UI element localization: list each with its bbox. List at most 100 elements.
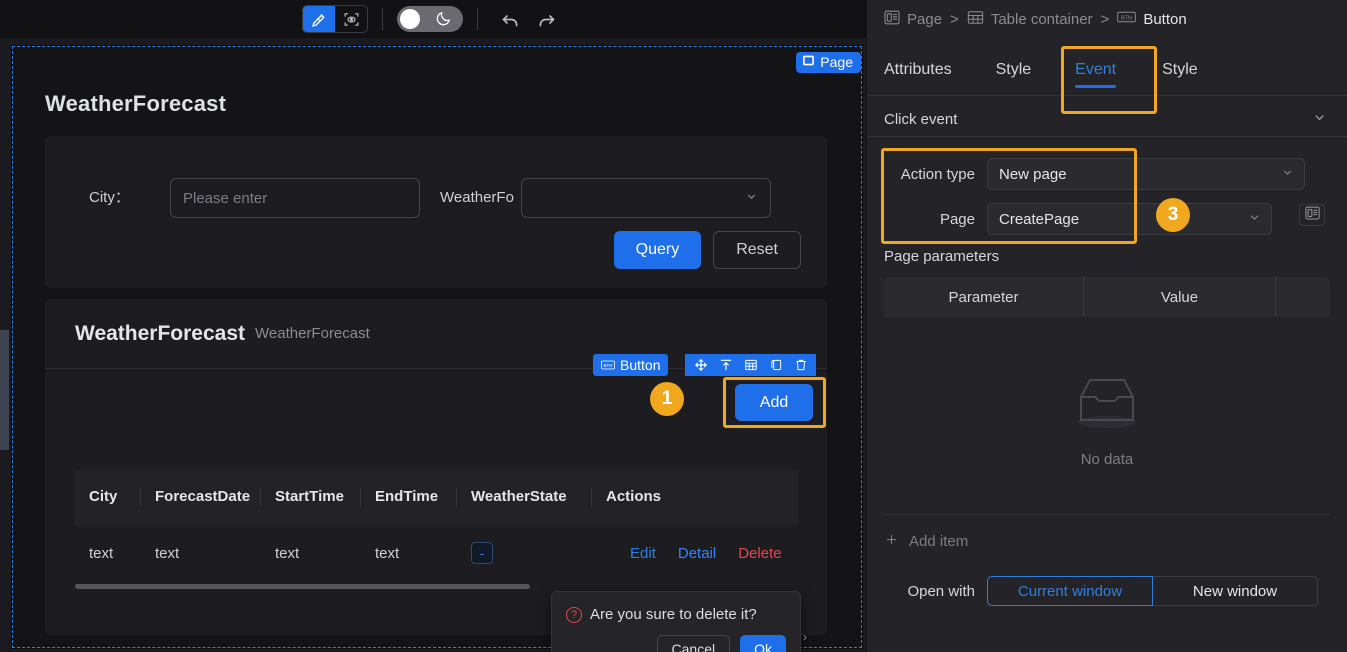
- data-table: City ForecastDate StartTime EndTime Weat…: [75, 469, 798, 581]
- svg-text:BTN: BTN: [604, 363, 613, 368]
- breadcrumb-label-table-container: Table container: [990, 10, 1093, 28]
- app-root: Page WeatherForecast City： WeatherFo: [0, 0, 1347, 652]
- toolbar-divider-2: [477, 8, 478, 30]
- select-parent-icon[interactable]: [713, 354, 738, 376]
- tab-style[interactable]: Style: [1162, 44, 1198, 96]
- page-icon: [802, 54, 815, 70]
- design-mode-icon[interactable]: [303, 6, 335, 32]
- open-with-row: Open with Current window New window: [867, 576, 1347, 606]
- column-header-city[interactable]: City: [75, 488, 141, 506]
- data-table-header-row: City ForecastDate StartTime EndTime Weat…: [75, 469, 798, 525]
- click-event-section-header[interactable]: Click event: [867, 103, 1347, 137]
- pp-column-parameter: Parameter: [884, 277, 1084, 317]
- canvas-vertical-scrollbar[interactable]: [0, 140, 9, 652]
- selection-toolbar: [685, 354, 816, 376]
- table-icon: [967, 10, 984, 29]
- delete-confirm-actions: Cancel Ok: [566, 635, 786, 652]
- weather-state-select[interactable]: [521, 178, 771, 218]
- chevron-down-icon: [1248, 211, 1261, 227]
- page-selection-badge[interactable]: Page: [796, 52, 861, 73]
- page-parameters-table-header: Parameter Value: [884, 277, 1330, 317]
- cancel-button[interactable]: Cancel: [656, 635, 731, 652]
- redo-icon[interactable]: [528, 4, 564, 34]
- move-icon[interactable]: [688, 354, 713, 376]
- breadcrumb-item-page[interactable]: Page: [884, 10, 942, 29]
- panel-divider: [884, 514, 1330, 515]
- reset-button[interactable]: Reset: [713, 231, 801, 269]
- page-field-row: Page CreatePage: [867, 199, 1347, 239]
- delete-icon[interactable]: [788, 354, 813, 376]
- add-button[interactable]: Add: [735, 384, 813, 421]
- table-horizontal-scrollbar[interactable]: [75, 584, 798, 589]
- breadcrumb-item-table-container[interactable]: Table container: [967, 10, 1093, 29]
- query-button[interactable]: Query: [613, 231, 702, 269]
- pp-column-value: Value: [1084, 277, 1276, 317]
- action-type-row: Action type New page: [867, 154, 1347, 194]
- column-header-actions[interactable]: Actions: [592, 488, 688, 506]
- open-with-current-window[interactable]: Current window: [987, 576, 1153, 606]
- table-container-card: WeatherForecast WeatherForecast BTN Butt…: [45, 299, 827, 652]
- page-field-label: Page: [939, 210, 975, 228]
- page-select[interactable]: CreatePage: [987, 203, 1272, 235]
- column-header-weatherstate[interactable]: WeatherState: [457, 488, 592, 506]
- weather-state-tag: -: [471, 542, 493, 564]
- search-actions: Query Reset: [613, 231, 801, 269]
- chevron-down-icon[interactable]: [1312, 110, 1327, 130]
- cell-actions: Edit Detail Delete: [592, 545, 792, 562]
- page-badge-label: Page: [820, 54, 853, 70]
- cell-forecastdate: text: [155, 544, 180, 562]
- page-select-value: CreatePage: [999, 210, 1080, 228]
- open-page-button[interactable]: [1299, 204, 1325, 226]
- theme-toggle[interactable]: [397, 6, 463, 32]
- column-header-starttime[interactable]: StartTime: [261, 488, 361, 506]
- canvas-vertical-scrollbar-thumb[interactable]: [0, 330, 9, 450]
- popover-arrow-icon: ›: [803, 630, 807, 644]
- cell-starttime: text: [275, 544, 300, 562]
- cell-weatherstate: -: [457, 542, 592, 564]
- weather-label: WeatherFo: [440, 189, 514, 206]
- tab-event[interactable]: Event: [1075, 44, 1116, 96]
- page-parameters-label: Page parameters: [884, 248, 1000, 265]
- ok-button[interactable]: Ok: [740, 635, 786, 652]
- question-icon: ?: [566, 606, 582, 623]
- breadcrumb: Page > Table container > BTN Button: [867, 0, 1347, 38]
- detail-link[interactable]: Detail: [678, 545, 716, 562]
- pp-column-action: [1276, 277, 1330, 317]
- preview-mode-icon[interactable]: [335, 6, 367, 32]
- column-header-endtime[interactable]: EndTime: [361, 488, 457, 506]
- cell-endtime: text: [375, 544, 400, 562]
- column-header-forecastdate[interactable]: ForecastDate: [141, 488, 261, 506]
- copy-icon[interactable]: [763, 354, 788, 376]
- action-type-label: Action type: [900, 165, 975, 183]
- button-icon: BTN: [601, 357, 615, 373]
- top-toolbar: [0, 0, 866, 38]
- open-with-new-window[interactable]: New window: [1152, 576, 1318, 606]
- action-type-value: New page: [999, 165, 1067, 183]
- table-horizontal-scrollbar-thumb[interactable]: [75, 584, 530, 589]
- page-parameters-empty-state: No data: [884, 340, 1330, 500]
- breadcrumb-separator-1: >: [950, 10, 959, 28]
- open-with-label: Open with: [907, 582, 975, 600]
- breadcrumb-item-button[interactable]: BTN Button: [1117, 10, 1187, 28]
- undo-icon[interactable]: [492, 4, 528, 34]
- tab-attributes[interactable]: Attributes: [884, 44, 952, 96]
- add-item-button[interactable]: Add item: [884, 532, 968, 551]
- empty-box-icon: [1068, 372, 1146, 439]
- city-input[interactable]: [170, 178, 420, 218]
- page-icon: [884, 10, 900, 29]
- button-icon: BTN: [1117, 10, 1137, 28]
- edit-link[interactable]: Edit: [630, 545, 656, 562]
- grid-icon[interactable]: [738, 354, 763, 376]
- delete-link[interactable]: Delete: [738, 545, 781, 562]
- plus-icon: [884, 532, 899, 551]
- chevron-down-icon: [745, 190, 758, 206]
- button-selection-badge[interactable]: BTN Button: [593, 354, 669, 376]
- cell-city: text: [89, 544, 114, 562]
- button-selection-badge-label: Button: [620, 357, 661, 373]
- action-type-select[interactable]: New page: [987, 158, 1305, 190]
- tab-style-left[interactable]: Style: [996, 44, 1032, 96]
- theme-toggle-knob: [400, 9, 420, 29]
- delete-confirm-message-row: ? Are you sure to delete it?: [566, 606, 786, 623]
- empty-state-text: No data: [1080, 451, 1134, 468]
- page-canvas: Page WeatherForecast City： WeatherFo: [11, 45, 863, 652]
